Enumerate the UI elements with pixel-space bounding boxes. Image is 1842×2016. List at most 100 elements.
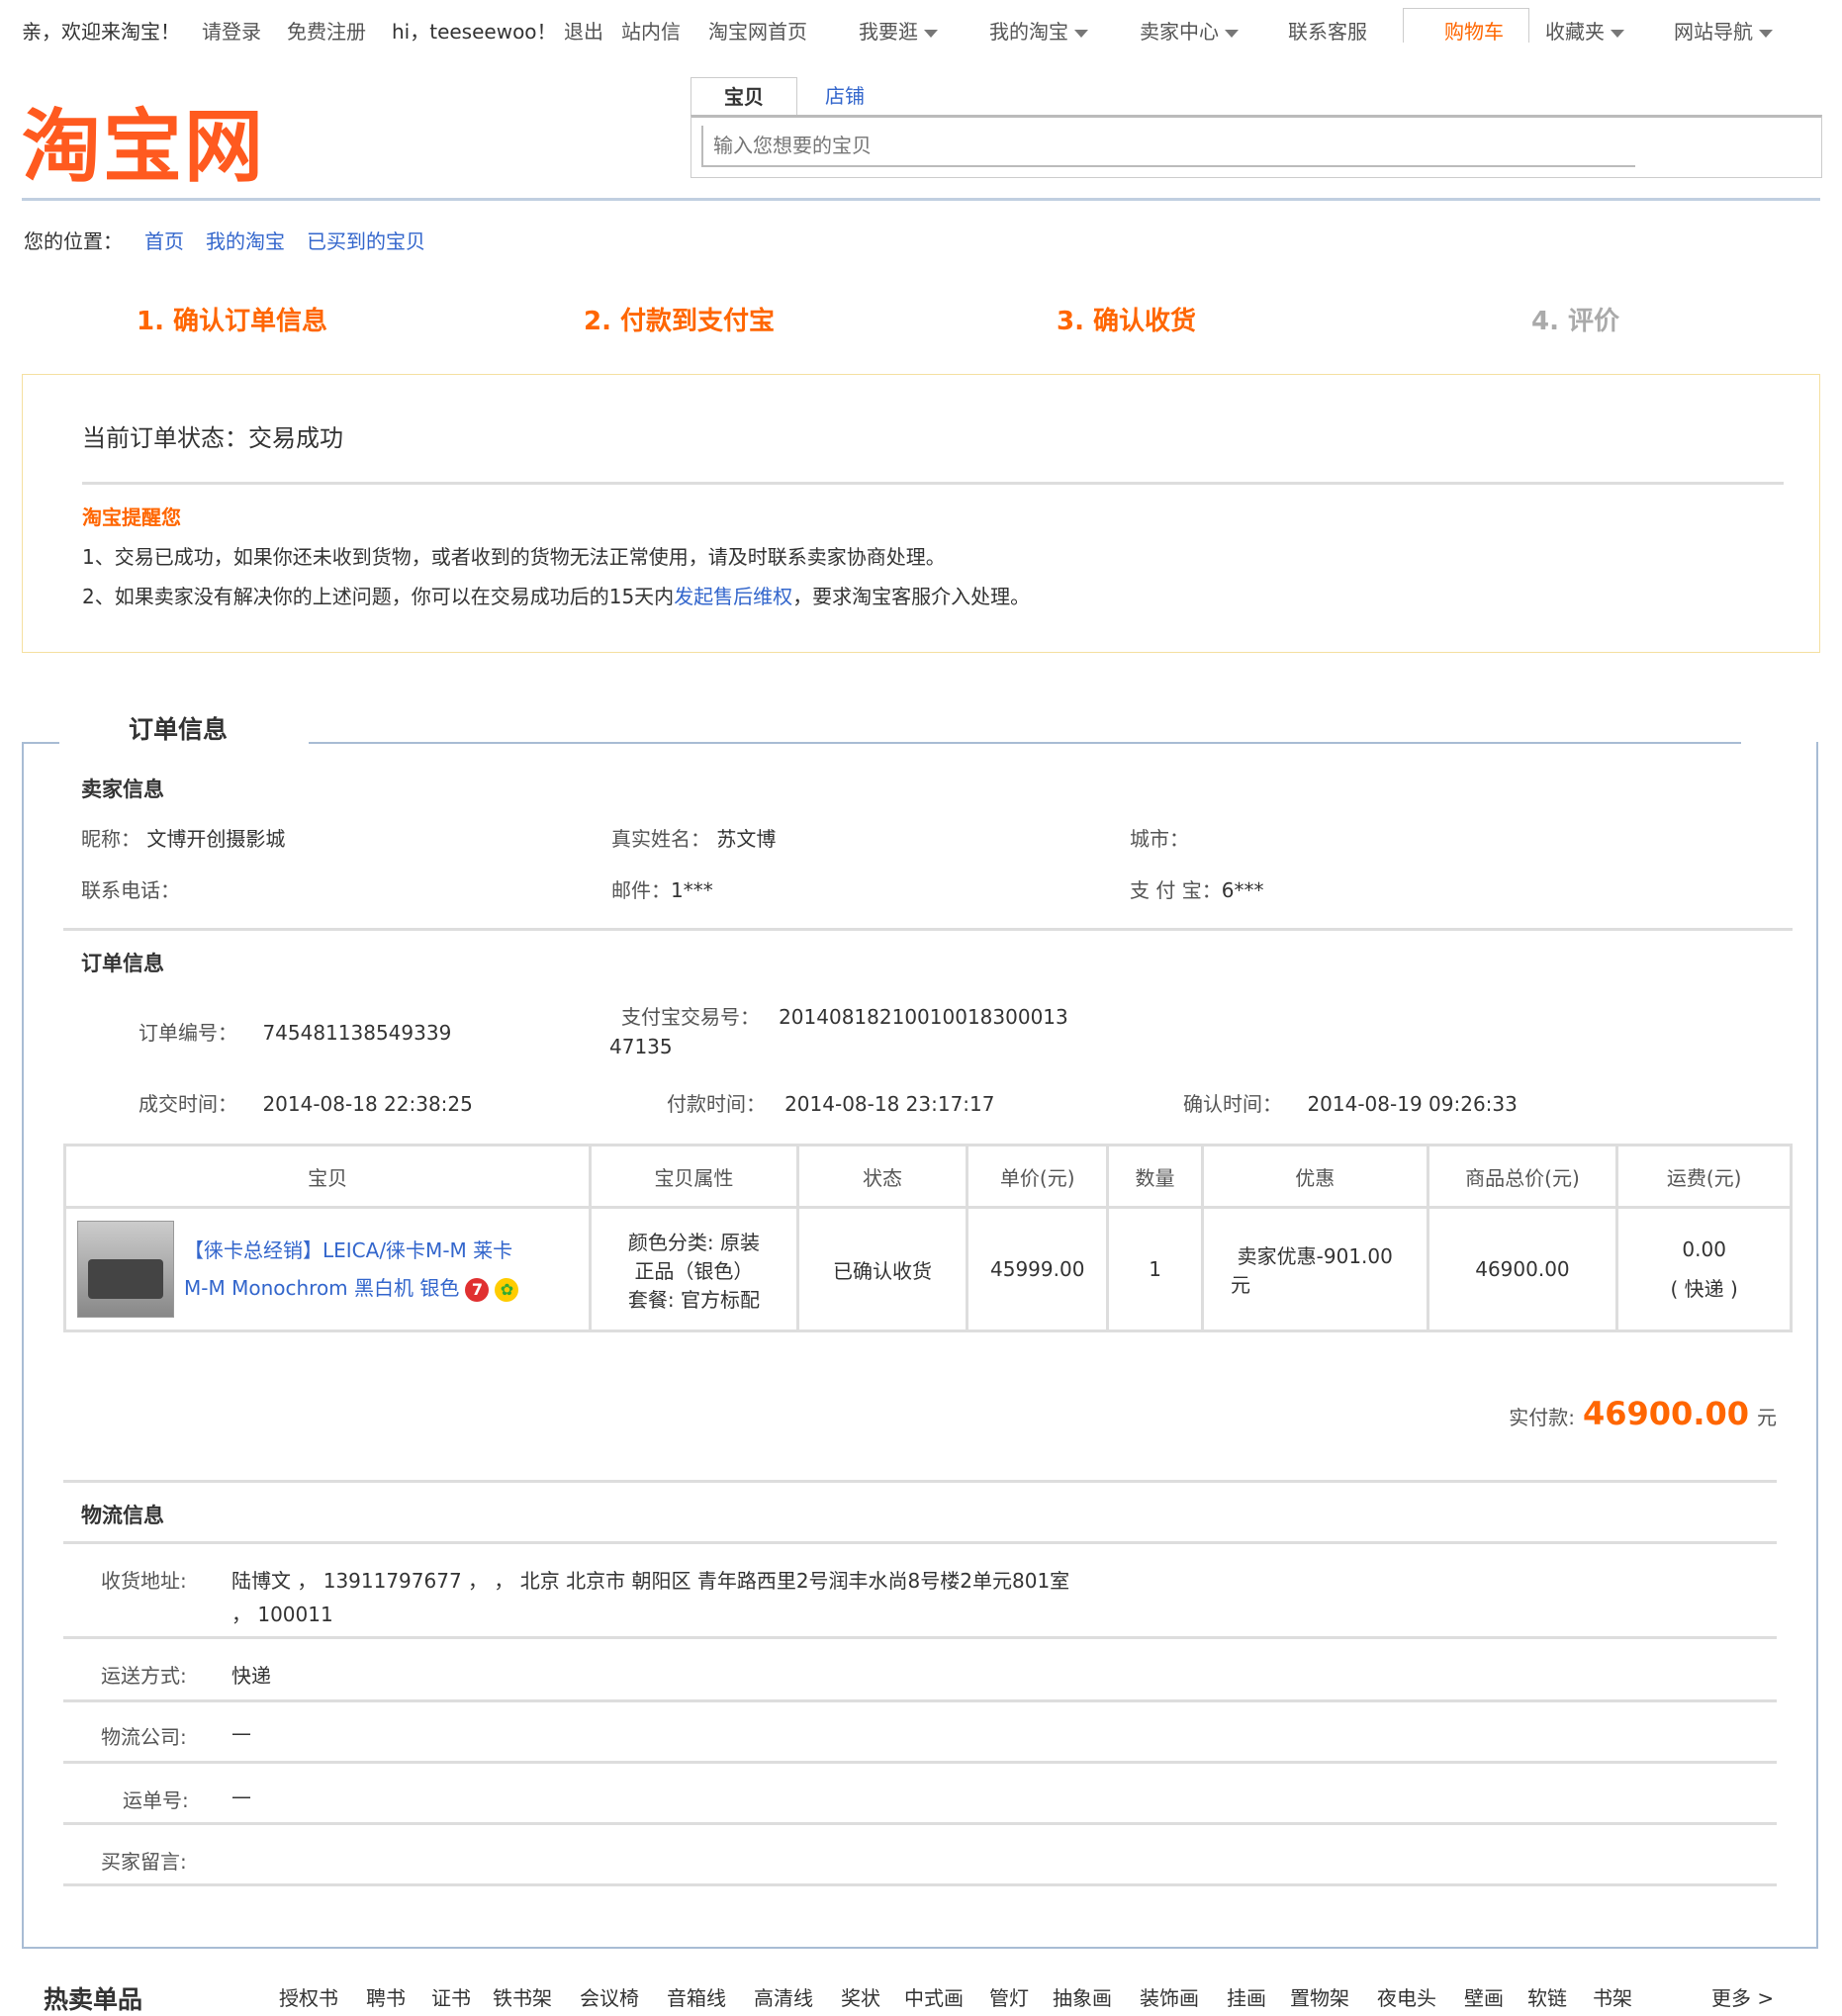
logistics-company-label: 物流公司: bbox=[101, 1725, 187, 1749]
seller-phone: 联系电话： bbox=[81, 874, 180, 903]
pay-time-label: 付款时间： bbox=[667, 1092, 766, 1116]
tab-item[interactable]: 宝贝 bbox=[691, 77, 797, 116]
confirm-time-label: 确认时间： bbox=[1183, 1092, 1282, 1116]
hot-item-link[interactable]: 授权书 bbox=[279, 1982, 338, 2011]
discount-line-1: 卖家优惠-901.00 bbox=[1237, 1244, 1393, 1268]
realname-label: 真实姓名： bbox=[611, 827, 710, 851]
greeting-text: 亲，欢迎来淘宝！ bbox=[22, 20, 180, 44]
product-title-link[interactable]: 【徕卡总经销】LEICA/徕卡M-M 莱卡 M-M Monochrom 黑白机 … bbox=[184, 1232, 519, 1307]
divider bbox=[63, 1541, 1777, 1544]
column-header: 商品总价(元) bbox=[1426, 1144, 1619, 1209]
hot-item-link[interactable]: 音箱线 bbox=[667, 1982, 726, 2011]
my-taobao-menu[interactable]: 我的淘宝 bbox=[989, 16, 1088, 45]
hot-item-link[interactable]: 奖状 bbox=[841, 1982, 880, 2011]
paid-amount: 46900.00 bbox=[1582, 1395, 1749, 1432]
reminder-title: 淘宝提醒您 bbox=[82, 505, 181, 529]
order-number-label: 订单编号： bbox=[138, 1021, 237, 1045]
hot-item-link[interactable]: 装饰画 bbox=[1140, 1982, 1199, 2011]
tab-shop[interactable]: 店铺 bbox=[795, 77, 894, 115]
pay-time: 付款时间： 2014-08-18 23:17:17 bbox=[667, 1088, 995, 1117]
more-link[interactable]: 更多 > bbox=[1711, 1982, 1774, 2011]
address-label: 收货地址: bbox=[101, 1569, 187, 1593]
step-review: 4. 评价 bbox=[1531, 307, 1620, 336]
hot-item-link[interactable]: 壁画 bbox=[1464, 1982, 1504, 2011]
order-status-title: 当前订单状态：交易成功 bbox=[82, 424, 343, 452]
pay-time-value: 2014-08-18 23:17:17 bbox=[784, 1092, 995, 1116]
tulip-icon: ✿ bbox=[495, 1277, 519, 1302]
shipping-fee: 0.00 bbox=[1682, 1237, 1726, 1261]
top-bar: 亲，欢迎来淘宝！ 请登录 免费注册 hi，teeseewoo！ 退出 站内信 淘… bbox=[0, 0, 1842, 55]
hot-item-link[interactable]: 证书 bbox=[431, 1982, 471, 2011]
reminder-line-1: 1、交易已成功，如果你还未收到货物，或者收到的货物无法正常使用，请及时联系卖家协… bbox=[82, 545, 946, 569]
hot-item-link[interactable]: 聘书 bbox=[366, 1982, 406, 2011]
favorites-menu[interactable]: 收藏夹 bbox=[1545, 16, 1624, 45]
divider bbox=[63, 1883, 1777, 1886]
divider bbox=[63, 1761, 1777, 1764]
divider bbox=[63, 928, 1793, 931]
divider bbox=[63, 1636, 1777, 1639]
cart-link[interactable]: 购物车 bbox=[1444, 16, 1504, 45]
buyer-message-label: 买家留言: bbox=[101, 1850, 187, 1874]
logout-link[interactable]: 退出 bbox=[564, 16, 603, 45]
user-greeting: hi，teeseewoo！ bbox=[392, 20, 557, 44]
seller-realname: 真实姓名： 苏文博 bbox=[611, 823, 776, 852]
hot-item-link[interactable]: 铁书架 bbox=[493, 1982, 552, 2011]
nickname-value: 文博开创摄影城 bbox=[146, 827, 286, 851]
hot-item-link[interactable]: 管灯 bbox=[989, 1982, 1029, 2011]
hot-item-link[interactable]: 挂画 bbox=[1227, 1982, 1266, 2011]
header-divider bbox=[22, 198, 1820, 201]
item-cell: 【徕卡总经销】LEICA/徕卡M-M 莱卡 M-M Monochrom 黑白机 … bbox=[62, 1206, 593, 1332]
chevron-down-icon bbox=[1759, 29, 1773, 38]
search-input[interactable] bbox=[701, 126, 1635, 167]
product-thumbnail[interactable] bbox=[77, 1221, 174, 1318]
register-link[interactable]: 免费注册 bbox=[287, 16, 366, 45]
home-link[interactable]: 淘宝网首页 bbox=[708, 16, 807, 45]
breadcrumb-my-taobao[interactable]: 我的淘宝 bbox=[206, 229, 285, 253]
chevron-down-icon bbox=[1611, 29, 1624, 38]
order-status-box: 当前订单状态：交易成功 淘宝提醒您 1、交易已成功，如果你还未收到货物，或者收到… bbox=[22, 374, 1820, 653]
chevron-down-icon bbox=[1074, 29, 1088, 38]
after-sale-link[interactable]: 发起售后维权 bbox=[674, 585, 792, 608]
hot-item-link[interactable]: 抽象画 bbox=[1053, 1982, 1112, 2011]
seller-center-menu[interactable]: 卖家中心 bbox=[1140, 16, 1239, 45]
paid-label: 实付款: bbox=[1509, 1406, 1575, 1429]
messages-link[interactable]: 站内信 bbox=[621, 16, 681, 45]
service-link[interactable]: 联系客服 bbox=[1288, 16, 1367, 45]
breadcrumb-bought-items[interactable]: 已买到的宝贝 bbox=[307, 229, 425, 253]
item-shipping: 0.00 ( 快递 ) bbox=[1615, 1206, 1793, 1332]
site-nav-menu[interactable]: 网站导航 bbox=[1674, 16, 1773, 45]
shipping-method-label: 运送方式: bbox=[101, 1664, 187, 1688]
divider bbox=[63, 1480, 1777, 1483]
alipay-label: 支 付 宝： bbox=[1130, 878, 1222, 902]
breadcrumb: 您的位置： 首页 我的淘宝 已买到的宝贝 bbox=[24, 226, 425, 254]
shipping-type: ( 快递 ) bbox=[1670, 1276, 1738, 1301]
hot-item-link[interactable]: 会议椅 bbox=[580, 1982, 639, 2011]
table-header-row: 宝贝 宝贝属性 状态 单价(元) 数量 优惠 商品总价(元) 运费(元) bbox=[62, 1144, 1793, 1209]
hot-item-link[interactable]: 置物架 bbox=[1290, 1982, 1349, 2011]
login-link[interactable]: 请登录 bbox=[202, 16, 261, 45]
item-discount: 卖家优惠-901.00 元 bbox=[1200, 1206, 1429, 1332]
hot-item-link[interactable]: 夜电头 bbox=[1377, 1982, 1436, 2011]
hot-item-link[interactable]: 软链 bbox=[1527, 1982, 1567, 2011]
realname-value: 苏文博 bbox=[716, 827, 777, 851]
logistics-title: 物流信息 bbox=[81, 1504, 164, 1527]
deal-time-value: 2014-08-18 22:38:25 bbox=[262, 1092, 473, 1116]
taobao-logo[interactable]: 淘宝网 bbox=[22, 83, 265, 198]
address-value-1: 陆博文 ， 13911797677 ， ， 北京 北京市 朝阳区 青年路西里2号… bbox=[231, 1569, 1070, 1593]
browse-menu[interactable]: 我要逛 bbox=[859, 16, 938, 45]
column-header: 优惠 bbox=[1200, 1144, 1429, 1209]
tracking-number-label: 运单号: bbox=[123, 1788, 189, 1812]
column-header: 状态 bbox=[795, 1144, 969, 1209]
hot-item-link[interactable]: 高清线 bbox=[754, 1982, 813, 2011]
breadcrumb-home[interactable]: 首页 bbox=[144, 229, 184, 253]
address-value-2: ， 100011 bbox=[231, 1603, 333, 1626]
discount-line-2: 元 bbox=[1230, 1273, 1250, 1297]
seller-info-title: 卖家信息 bbox=[81, 778, 164, 801]
hot-item-link[interactable]: 书架 bbox=[1593, 1982, 1632, 2011]
breadcrumb-label: 您的位置： bbox=[24, 229, 123, 253]
divider bbox=[63, 1699, 1777, 1702]
hot-item-link[interactable]: 中式画 bbox=[904, 1982, 964, 2011]
paid-amount-row: 实付款: 46900.00 元 bbox=[1509, 1395, 1777, 1432]
column-header: 数量 bbox=[1106, 1144, 1204, 1209]
column-header: 单价(元) bbox=[966, 1144, 1110, 1209]
